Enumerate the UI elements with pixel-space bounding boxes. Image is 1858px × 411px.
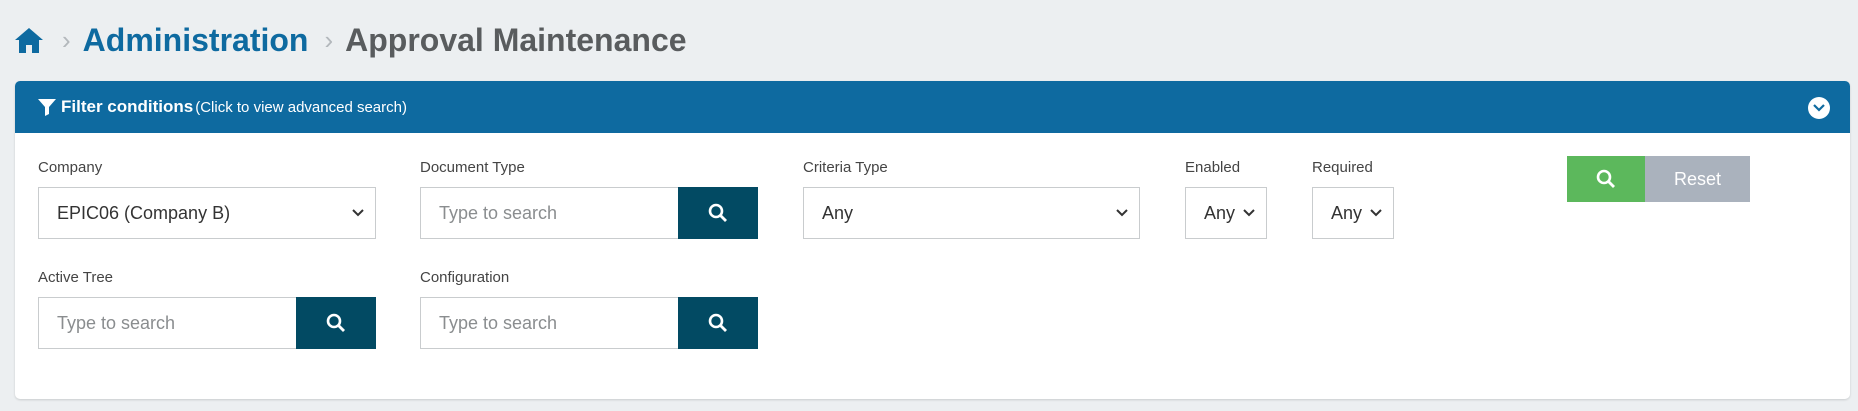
search-icon	[708, 203, 727, 222]
breadcrumb: › Administration › Approval Maintenance	[14, 18, 687, 62]
search-button[interactable]	[1567, 156, 1645, 202]
breadcrumb-separator: ›	[62, 25, 71, 55]
document-type-input[interactable]	[420, 187, 678, 239]
chevron-down-icon	[352, 209, 364, 217]
active-tree-search-group	[38, 297, 376, 349]
search-icon	[1596, 169, 1615, 188]
enabled-select[interactable]: Any	[1185, 187, 1267, 239]
page-title: Approval Maintenance	[345, 21, 687, 58]
filter-panel: Filter conditions (Click to view advance…	[15, 81, 1850, 399]
required-select-value: Any	[1331, 202, 1363, 223]
chevron-down-icon	[1116, 209, 1128, 217]
search-icon	[708, 313, 727, 332]
enabled-label: Enabled	[1185, 159, 1241, 176]
active-tree-search-button[interactable]	[296, 297, 376, 349]
required-select[interactable]: Any	[1312, 187, 1394, 239]
chevron-down-circle-icon[interactable]	[1808, 97, 1830, 119]
filter-panel-subtitle: (Click to view advanced search)	[195, 98, 407, 116]
filter-panel-title: Filter conditions	[61, 97, 194, 116]
filter-panel-header[interactable]: Filter conditions (Click to view advance…	[15, 81, 1850, 133]
breadcrumb-link-administration[interactable]: Administration	[83, 22, 309, 59]
document-type-search-group	[420, 187, 758, 239]
enabled-select-value: Any	[1204, 202, 1236, 223]
breadcrumb-separator: ›	[324, 25, 334, 55]
company-select[interactable]: EPIC06 (Company B)	[38, 187, 376, 239]
chevron-down-icon	[1243, 209, 1255, 217]
document-type-search-button[interactable]	[678, 187, 758, 239]
home-icon[interactable]	[14, 25, 46, 55]
chevron-down-icon	[1370, 209, 1382, 217]
criteria-type-select[interactable]: Any	[803, 187, 1140, 239]
company-select-value: EPIC06 (Company B)	[57, 202, 231, 223]
configuration-search-group	[420, 297, 758, 349]
configuration-search-button[interactable]	[678, 297, 758, 349]
filter-icon	[37, 98, 57, 116]
search-icon	[326, 313, 345, 332]
document-type-label: Document Type	[420, 159, 525, 176]
criteria-type-label: Criteria Type	[803, 159, 888, 176]
criteria-type-select-value: Any	[822, 202, 854, 223]
active-tree-input[interactable]	[38, 297, 296, 349]
company-label: Company	[38, 159, 103, 176]
configuration-input[interactable]	[420, 297, 678, 349]
reset-button[interactable]: Reset	[1645, 156, 1750, 202]
configuration-label: Configuration	[420, 269, 510, 286]
required-label: Required	[1312, 159, 1373, 176]
active-tree-label: Active Tree	[38, 269, 114, 286]
